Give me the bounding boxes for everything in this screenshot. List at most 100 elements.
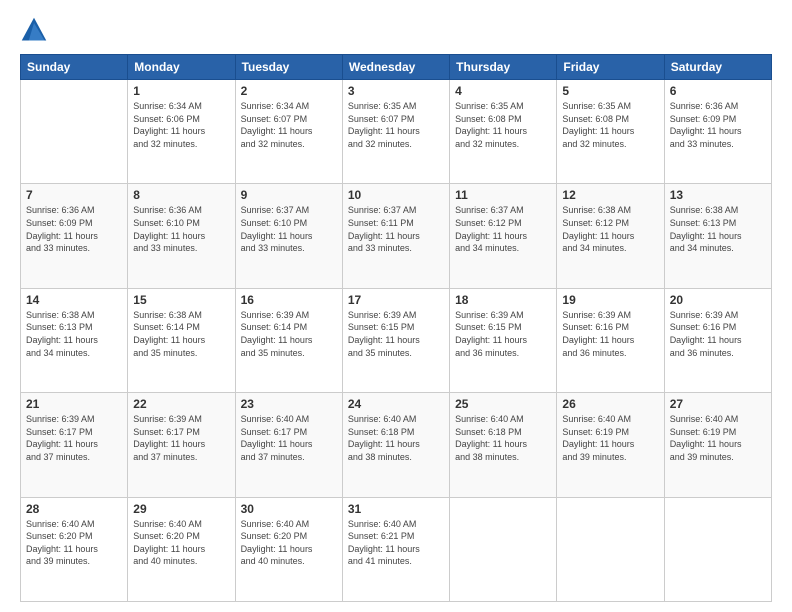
calendar-header-cell: Monday (128, 55, 235, 80)
day-number: 25 (455, 397, 551, 411)
day-info: Sunrise: 6:39 AM Sunset: 6:17 PM Dayligh… (26, 413, 122, 463)
day-number: 15 (133, 293, 229, 307)
day-info: Sunrise: 6:38 AM Sunset: 6:13 PM Dayligh… (670, 204, 766, 254)
calendar-day-cell (664, 497, 771, 601)
day-number: 24 (348, 397, 444, 411)
day-info: Sunrise: 6:35 AM Sunset: 6:08 PM Dayligh… (562, 100, 658, 150)
day-info: Sunrise: 6:40 AM Sunset: 6:20 PM Dayligh… (241, 518, 337, 568)
day-number: 16 (241, 293, 337, 307)
header (20, 16, 772, 44)
calendar-day-cell: 16Sunrise: 6:39 AM Sunset: 6:14 PM Dayli… (235, 288, 342, 392)
calendar-week-row: 1Sunrise: 6:34 AM Sunset: 6:06 PM Daylig… (21, 80, 772, 184)
calendar-day-cell: 7Sunrise: 6:36 AM Sunset: 6:09 PM Daylig… (21, 184, 128, 288)
day-number: 4 (455, 84, 551, 98)
day-number: 19 (562, 293, 658, 307)
day-number: 31 (348, 502, 444, 516)
calendar-header-cell: Friday (557, 55, 664, 80)
day-number: 26 (562, 397, 658, 411)
day-info: Sunrise: 6:37 AM Sunset: 6:12 PM Dayligh… (455, 204, 551, 254)
calendar-day-cell: 25 Sunrise: 6:40 AM Sunset: 6:18 PM Dayli… (450, 393, 557, 497)
day-info: Sunrise: 6:39 AM Sunset: 6:16 PM Dayligh… (562, 309, 658, 359)
calendar-day-cell: 3 Sunrise: 6:35 AM Sunset: 6:07 PM Daylig… (342, 80, 449, 184)
day-number: 12 (562, 188, 658, 202)
calendar-day-cell: 4 Sunrise: 6:35 AM Sunset: 6:08 PM Daylig… (450, 80, 557, 184)
day-number: 13 (670, 188, 766, 202)
calendar-week-row: 14Sunrise: 6:38 AM Sunset: 6:13 PM Dayli… (21, 288, 772, 392)
calendar-day-cell: 20 Sunrise: 6:39 AM Sunset: 6:16 PM Dayli… (664, 288, 771, 392)
calendar-day-cell: 17 Sunrise: 6:39 AM Sunset: 6:15 PM Dayli… (342, 288, 449, 392)
day-number: 9 (241, 188, 337, 202)
day-info: Sunrise: 6:37 AM Sunset: 6:11 PM Dayligh… (348, 204, 444, 254)
calendar-day-cell: 28Sunrise: 6:40 AM Sunset: 6:20 PM Dayli… (21, 497, 128, 601)
calendar-day-cell (21, 80, 128, 184)
day-number: 23 (241, 397, 337, 411)
day-info: Sunrise: 6:34 AM Sunset: 6:06 PM Dayligh… (133, 100, 229, 150)
calendar-week-row: 21Sunrise: 6:39 AM Sunset: 6:17 PM Dayli… (21, 393, 772, 497)
day-number: 11 (455, 188, 551, 202)
day-number: 22 (133, 397, 229, 411)
calendar-day-cell: 5Sunrise: 6:35 AM Sunset: 6:08 PM Daylig… (557, 80, 664, 184)
calendar-header-cell: Sunday (21, 55, 128, 80)
day-info: Sunrise: 6:40 AM Sunset: 6:21 PM Dayligh… (348, 518, 444, 568)
day-number: 29 (133, 502, 229, 516)
day-info: Sunrise: 6:40 AM Sunset: 6:19 PM Dayligh… (562, 413, 658, 463)
calendar-day-cell: 11 Sunrise: 6:37 AM Sunset: 6:12 PM Dayli… (450, 184, 557, 288)
calendar-day-cell: 18 Sunrise: 6:39 AM Sunset: 6:15 PM Dayli… (450, 288, 557, 392)
day-number: 20 (670, 293, 766, 307)
day-info: Sunrise: 6:39 AM Sunset: 6:16 PM Dayligh… (670, 309, 766, 359)
day-info: Sunrise: 6:34 AM Sunset: 6:07 PM Dayligh… (241, 100, 337, 150)
calendar-day-cell: 1Sunrise: 6:34 AM Sunset: 6:06 PM Daylig… (128, 80, 235, 184)
day-info: Sunrise: 6:39 AM Sunset: 6:15 PM Dayligh… (348, 309, 444, 359)
day-info: Sunrise: 6:40 AM Sunset: 6:19 PM Dayligh… (670, 413, 766, 463)
day-info: Sunrise: 6:40 AM Sunset: 6:18 PM Dayligh… (455, 413, 551, 463)
calendar-day-cell: 30 Sunrise: 6:40 AM Sunset: 6:20 PM Dayli… (235, 497, 342, 601)
day-info: Sunrise: 6:39 AM Sunset: 6:15 PM Dayligh… (455, 309, 551, 359)
day-info: Sunrise: 6:40 AM Sunset: 6:17 PM Dayligh… (241, 413, 337, 463)
day-info: Sunrise: 6:40 AM Sunset: 6:18 PM Dayligh… (348, 413, 444, 463)
calendar-day-cell: 26 Sunrise: 6:40 AM Sunset: 6:19 PM Dayli… (557, 393, 664, 497)
page: SundayMondayTuesdayWednesdayThursdayFrid… (0, 0, 792, 612)
day-info: Sunrise: 6:36 AM Sunset: 6:10 PM Dayligh… (133, 204, 229, 254)
calendar-week-row: 7Sunrise: 6:36 AM Sunset: 6:09 PM Daylig… (21, 184, 772, 288)
day-number: 27 (670, 397, 766, 411)
calendar-day-cell: 12Sunrise: 6:38 AM Sunset: 6:12 PM Dayli… (557, 184, 664, 288)
calendar-day-cell: 29 Sunrise: 6:40 AM Sunset: 6:20 PM Dayli… (128, 497, 235, 601)
day-number: 17 (348, 293, 444, 307)
day-info: Sunrise: 6:36 AM Sunset: 6:09 PM Dayligh… (670, 100, 766, 150)
calendar-day-cell: 6 Sunrise: 6:36 AM Sunset: 6:09 PM Daylig… (664, 80, 771, 184)
calendar-week-row: 28Sunrise: 6:40 AM Sunset: 6:20 PM Dayli… (21, 497, 772, 601)
day-info: Sunrise: 6:39 AM Sunset: 6:17 PM Dayligh… (133, 413, 229, 463)
calendar-day-cell: 14Sunrise: 6:38 AM Sunset: 6:13 PM Dayli… (21, 288, 128, 392)
day-info: Sunrise: 6:35 AM Sunset: 6:08 PM Dayligh… (455, 100, 551, 150)
calendar-header-cell: Tuesday (235, 55, 342, 80)
day-number: 2 (241, 84, 337, 98)
calendar-day-cell: 2 Sunrise: 6:34 AM Sunset: 6:07 PM Daylig… (235, 80, 342, 184)
day-info: Sunrise: 6:35 AM Sunset: 6:07 PM Dayligh… (348, 100, 444, 150)
day-number: 10 (348, 188, 444, 202)
day-info: Sunrise: 6:38 AM Sunset: 6:14 PM Dayligh… (133, 309, 229, 359)
day-number: 14 (26, 293, 122, 307)
calendar-header-cell: Wednesday (342, 55, 449, 80)
calendar-day-cell: 15 Sunrise: 6:38 AM Sunset: 6:14 PM Dayli… (128, 288, 235, 392)
calendar-header-cell: Saturday (664, 55, 771, 80)
calendar-day-cell: 24 Sunrise: 6:40 AM Sunset: 6:18 PM Dayli… (342, 393, 449, 497)
day-number: 6 (670, 84, 766, 98)
day-number: 3 (348, 84, 444, 98)
day-info: Sunrise: 6:40 AM Sunset: 6:20 PM Dayligh… (133, 518, 229, 568)
calendar-header-cell: Thursday (450, 55, 557, 80)
calendar-day-cell: 8 Sunrise: 6:36 AM Sunset: 6:10 PM Daylig… (128, 184, 235, 288)
day-number: 8 (133, 188, 229, 202)
logo-icon (20, 16, 48, 44)
calendar-day-cell: 13 Sunrise: 6:38 AM Sunset: 6:13 PM Dayli… (664, 184, 771, 288)
day-number: 18 (455, 293, 551, 307)
calendar-day-cell: 22 Sunrise: 6:39 AM Sunset: 6:17 PM Dayli… (128, 393, 235, 497)
calendar-day-cell (450, 497, 557, 601)
calendar-day-cell (557, 497, 664, 601)
calendar-header-row: SundayMondayTuesdayWednesdayThursdayFrid… (21, 55, 772, 80)
day-number: 30 (241, 502, 337, 516)
logo (20, 16, 52, 44)
calendar-day-cell: 31 Sunrise: 6:40 AM Sunset: 6:21 PM Dayli… (342, 497, 449, 601)
calendar-day-cell: 19 Sunrise: 6:39 AM Sunset: 6:16 PM Dayli… (557, 288, 664, 392)
calendar-day-cell: 9Sunrise: 6:37 AM Sunset: 6:10 PM Daylig… (235, 184, 342, 288)
day-info: Sunrise: 6:40 AM Sunset: 6:20 PM Dayligh… (26, 518, 122, 568)
